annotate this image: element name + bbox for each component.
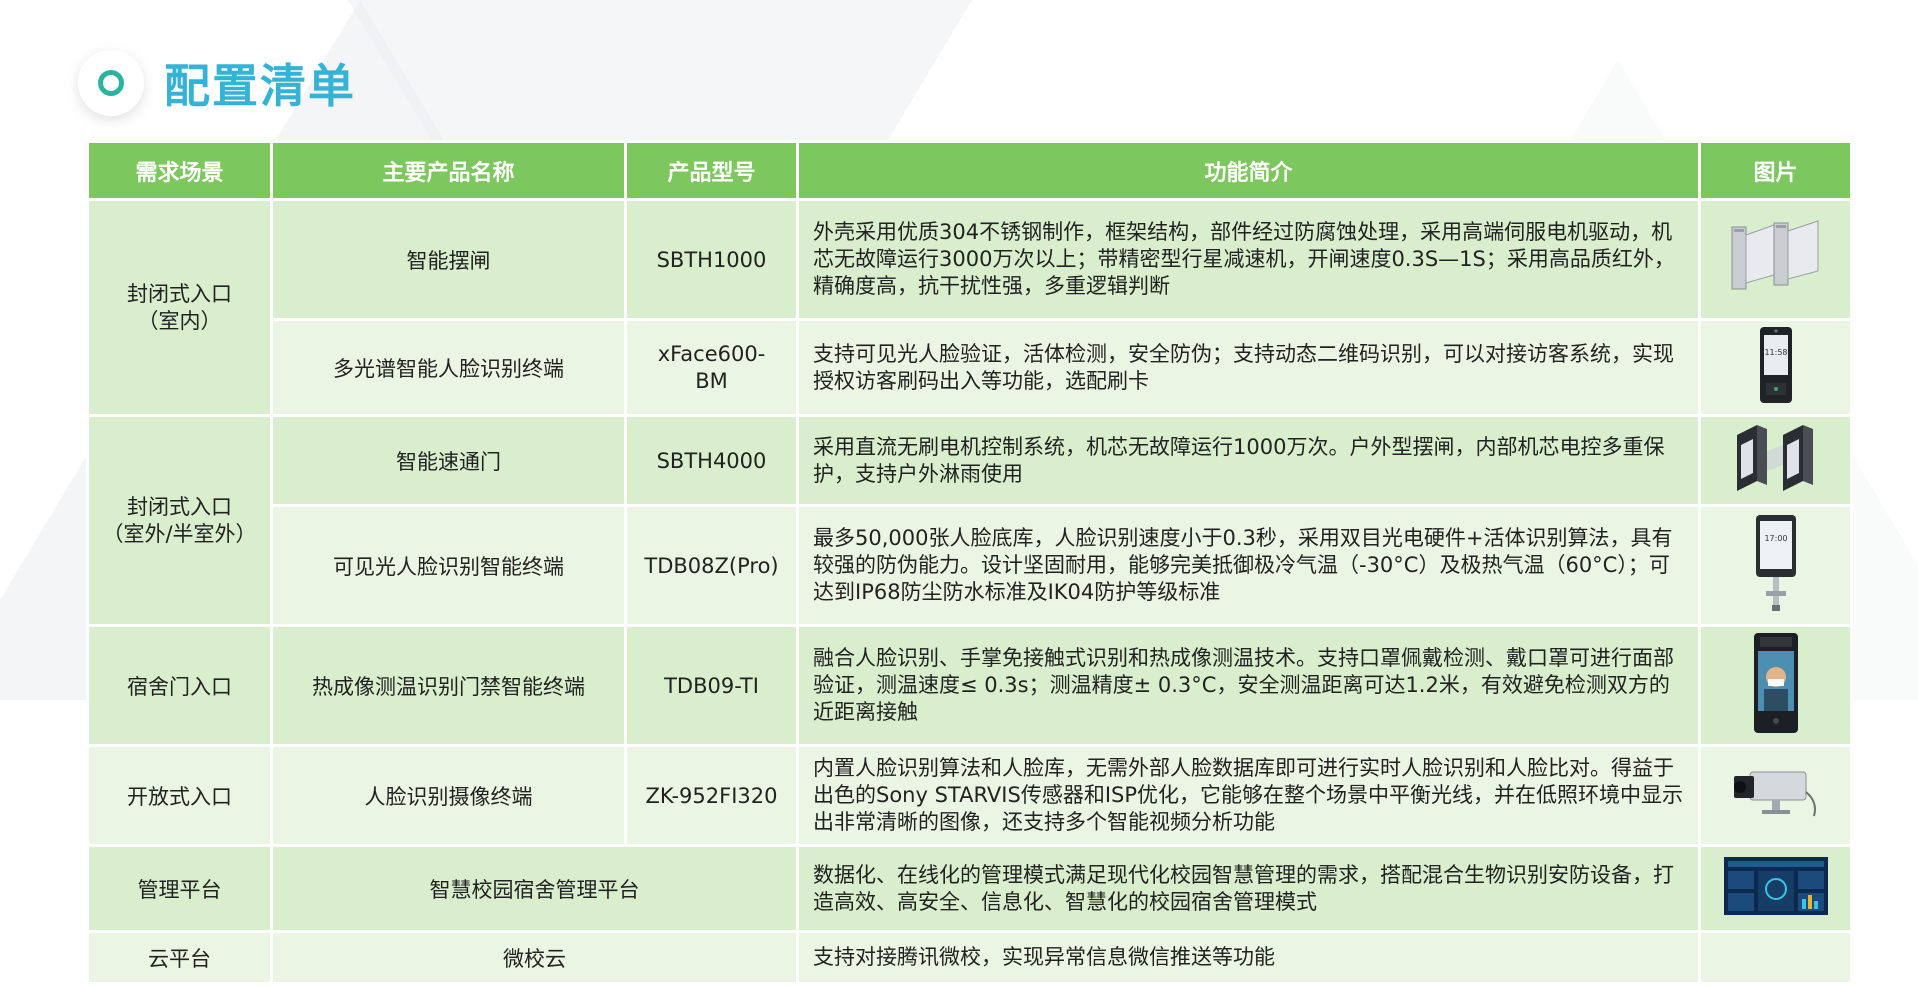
product-name: 可见光人脸识别智能终端 [270,504,627,627]
product-name: 微校云 [270,930,799,985]
product-description: 数据化、在线化的管理模式满足现代化校园智慧管理的需求，搭配混合生物识别安防设备，… [796,844,1701,933]
product-description: 融合人脸识别、手掌免接触式识别和热成像测温技术。支持口罩佩戴检测、戴口罩可进行面… [796,624,1701,747]
table-row: 可见光人脸识别智能终端 TDB08Z(Pro) 最多50,000张人脸底库，人脸… [88,504,1853,627]
thermal-terminal-icon [1753,633,1798,733]
product-picture [1698,414,1853,507]
product-model: TDB09-TI [624,624,799,747]
product-model: xFace600-BM [624,318,799,417]
product-model: SBTH1000 [624,198,799,321]
config-table: 需求场景 主要产品名称 产品型号 功能简介 图片 封闭式入口 （室内） 智能摆闸… [86,140,1853,985]
camera-icon [1733,771,1816,817]
page-title: 配置清单 [164,59,356,113]
table-row: 云平台 微校云 支持对接腾讯微校，实现异常信息微信推送等功能 [86,930,1853,985]
pole-terminal-icon: 17:00 [1755,515,1796,611]
product-description: 外壳采用优质304不锈钢制作，框架结构，部件经过防腐蚀处理，采用高端伺服电机驱动… [796,198,1701,321]
product-model: SBTH4000 [624,414,799,507]
scene-cell: 封闭式入口 （室内） [86,198,273,417]
product-name: 热成像测温识别门禁智能终端 [270,624,627,747]
product-description: 内置人脸识别算法和人脸库，无需外部人脸数据库即可进行实时人脸识别和人脸比对。得益… [796,744,1701,847]
scene-cell: 封闭式入口 （室外/半室外） [86,414,273,627]
speed-gate-icon [1736,425,1813,491]
scene-cell: 云平台 [86,930,273,985]
dashboard-icon [1723,857,1828,915]
face-terminal-icon: 11:58 [1759,327,1792,403]
product-model: ZK-952FI320 [624,744,799,847]
scene-label-sub: （室内） [137,308,222,333]
header-scene: 需求场景 [86,140,273,201]
product-name: 智能速通门 [270,414,627,507]
table-row: 管理平台 智慧校园宿舍管理平台 数据化、在线化的管理模式满足现代化校园智慧管理的… [86,844,1853,933]
ring-logo-icon [78,50,144,116]
product-picture-empty [1698,930,1853,985]
product-description: 支持对接腾讯微校，实现异常信息微信推送等功能 [796,930,1701,985]
header-picture: 图片 [1698,140,1853,201]
page-header: 配置清单 [78,48,356,118]
table-row: 多光谱智能人脸识别终端 xFace600-BM 支持可见光人脸验证，活体检测，安… [88,318,1853,417]
table-header-row: 需求场景 主要产品名称 产品型号 功能简介 图片 [86,140,1853,201]
scene-label-sub: （室外/半室外） [102,521,257,546]
product-picture [1698,844,1853,933]
product-name: 智能摆闸 [270,198,627,321]
scene-label: 封闭式入口 [127,494,232,519]
header-product-name: 主要产品名称 [270,140,627,201]
product-name: 人脸识别摄像终端 [270,744,627,847]
product-model: TDB08Z(Pro) [624,504,799,627]
table-row: 宿舍门入口 热成像测温识别门禁智能终端 TDB09-TI 融合人脸识别、手掌免接… [86,624,1853,747]
screen-time-text: 17:00 [1764,534,1787,543]
product-picture [1698,198,1853,321]
screen-time-text: 11:58 [1764,348,1787,357]
scene-label: 封闭式入口 [127,281,232,306]
scene-cell: 开放式入口 [86,744,273,847]
product-picture [1698,624,1853,747]
product-description: 最多50,000张人脸底库，人脸识别速度小于0.3秒，采用双目光电硬件+活体识别… [796,504,1701,627]
table-row: 封闭式入口 （室外/半室外） 智能速通门 SBTH4000 采用直流无刷电机控制… [86,414,1853,627]
product-picture: 11:58 [1698,318,1853,417]
product-name: 多光谱智能人脸识别终端 [270,318,627,417]
product-description: 支持可见光人脸验证，活体检测，安全防伪；支持动态二维码识别，可以对接访客系统，实… [796,318,1701,417]
product-name: 智慧校园宿舍管理平台 [270,844,799,933]
header-description: 功能简介 [796,140,1701,201]
product-picture [1698,744,1853,847]
table-row: 开放式入口 人脸识别摄像终端 ZK-952FI320 内置人脸识别算法和人脸库，… [86,744,1853,847]
swing-gate-icon [1731,220,1818,290]
product-description: 采用直流无刷电机控制系统，机芯无故障运行1000万次。户外型摆闸，内部机芯电控多… [796,414,1701,507]
table-row: 封闭式入口 （室内） 智能摆闸 SBTH1000 外壳采用优质304不锈钢制作，… [86,198,1853,417]
scene-cell: 管理平台 [86,844,273,933]
header-model: 产品型号 [624,140,799,201]
product-picture: 17:00 [1698,504,1853,627]
scene-cell: 宿舍门入口 [86,624,273,747]
product-model-text: xFace600-BM [657,341,766,393]
